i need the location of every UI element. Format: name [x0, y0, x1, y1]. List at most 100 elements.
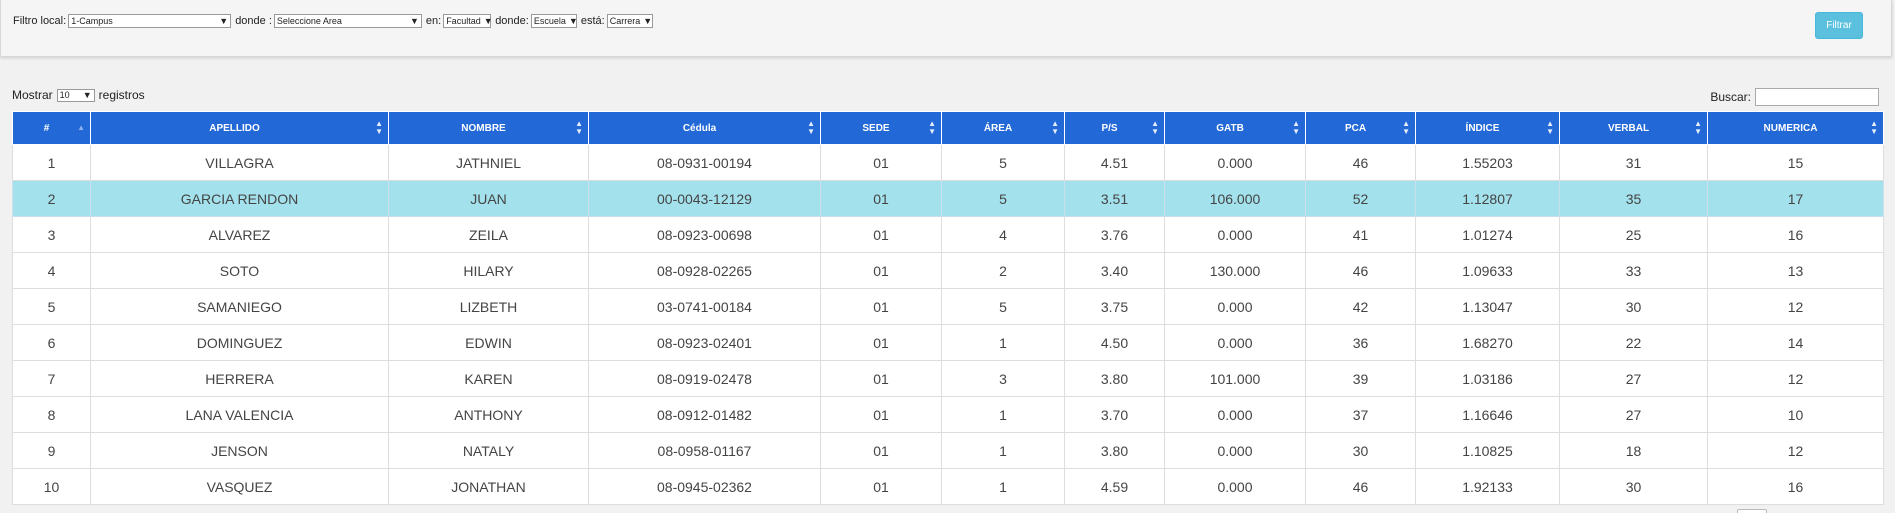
column-header[interactable]: NUMERICA ▲ ▼ — [1707, 111, 1884, 145]
table-cell: 0.000 — [1164, 468, 1306, 505]
table-cell: 7 — [12, 360, 91, 397]
table-cell: 2 — [941, 252, 1065, 289]
table-cell: 1.68270 — [1415, 324, 1560, 361]
table-cell: 0.000 — [1164, 396, 1306, 433]
table-row[interactable]: 4 SOTO HILARY 08-0928-02265 01 2 3.40 130.000 46… — [12, 252, 1884, 289]
table-cell: HILARY — [388, 252, 589, 289]
table-cell: 35 — [1559, 180, 1708, 217]
escuela-select[interactable]: Escuela ▼ — [530, 14, 578, 28]
table-cell: 101.000 — [1164, 360, 1306, 397]
table-row[interactable]: 8 LANA VALENCIA ANTHONY 08-0912-01482 01 1 3.7… — [12, 396, 1884, 433]
sort-icon: ▲ ▼ — [575, 119, 583, 136]
table-cell: 08-0923-02401 — [588, 324, 821, 361]
filter-button[interactable]: Filtrar — [1815, 12, 1863, 39]
table-row[interactable]: 7 HERRERA KAREN 08-0919-02478 01 3 3.80 101.000… — [12, 360, 1884, 397]
table-cell: 08-0945-02362 — [588, 468, 821, 505]
search-input[interactable] — [1755, 88, 1879, 106]
column-header-label: # — [43, 122, 50, 134]
table-cell: VILLAGRA — [90, 144, 389, 181]
table-cell: 3.76 — [1064, 216, 1165, 253]
pagination-button[interactable] — [1737, 509, 1767, 513]
table-cell: 1.01274 — [1415, 216, 1560, 253]
sort-icon: ▲ — [77, 123, 85, 132]
column-header-label: NUMERICA — [1763, 122, 1818, 134]
table-cell: 5 — [941, 180, 1065, 217]
table-row[interactable]: 10 VASQUEZ JONATHAN 08-0945-02362 01 1 4.59 0.0… — [12, 468, 1884, 505]
sort-icon: ▲ ▼ — [1051, 119, 1059, 136]
table-cell: 12 — [1707, 360, 1884, 397]
table-cell: 3.75 — [1064, 288, 1165, 325]
table-cell: 01 — [820, 468, 942, 505]
column-header-label: Cédula — [682, 122, 717, 134]
table-cell: 08-0919-02478 — [588, 360, 821, 397]
table-row[interactable]: 9 JENSON NATALY 08-0958-01167 01 1 3.80 0.000 30… — [12, 432, 1884, 469]
column-header[interactable]: PCA ▲ ▼ — [1305, 111, 1416, 145]
table-row[interactable]: 2 GARCIA RENDON JUAN 00-0043-12129 01 5 3.51 10… — [12, 180, 1884, 217]
column-header-label: SEDE — [862, 122, 890, 134]
table-cell: 46 — [1305, 252, 1416, 289]
column-header[interactable]: # ▲ — [12, 111, 91, 145]
table-cell: 16 — [1707, 216, 1884, 253]
table-header-row: # ▲ APELLIDO ▲ ▼ NOMBRE ▲ ▼ Cédula ▲ ▼ SEDE ▲ ▼ ÁREA ▲ ▼… — [12, 111, 1884, 145]
local-select-value: 1-Campus — [71, 16, 113, 26]
table-cell: DOMINGUEZ — [90, 324, 389, 361]
page-length-value: 10 — [59, 90, 70, 100]
chevron-down-icon: ▼ — [643, 15, 653, 26]
column-header-label: VERBAL — [1607, 122, 1650, 134]
table-cell: 37 — [1305, 396, 1416, 433]
column-header[interactable]: GATB ▲ ▼ — [1164, 111, 1306, 145]
table-cell: 33 — [1559, 252, 1708, 289]
sort-icon: ▲ ▼ — [1402, 119, 1410, 136]
area-select[interactable]: Seleccione Area ▼ — [273, 14, 422, 28]
table-cell: 6 — [12, 324, 91, 361]
table-cell: 17 — [1707, 180, 1884, 217]
column-header-label: P/S — [1101, 122, 1118, 134]
table-cell: 52 — [1305, 180, 1416, 217]
column-header[interactable]: ÍNDICE ▲ ▼ — [1415, 111, 1560, 145]
table-row[interactable]: 1 VILLAGRA JATHNIEL 08-0931-00194 01 5 4.51 0.0… — [12, 144, 1884, 181]
table-cell: 27 — [1559, 396, 1708, 433]
carrera-select[interactable]: Carrera ▼ — [606, 14, 653, 28]
column-header[interactable]: SEDE ▲ ▼ — [820, 111, 942, 145]
table-cell: JUAN — [388, 180, 589, 217]
table-cell: 1.16646 — [1415, 396, 1560, 433]
table-cell: LANA VALENCIA — [90, 396, 389, 433]
column-header[interactable]: NOMBRE ▲ ▼ — [388, 111, 589, 145]
table-cell: 4.59 — [1064, 468, 1165, 505]
table-cell: 18 — [1559, 432, 1708, 469]
page-length-select[interactable]: 10 ▼ — [56, 88, 95, 102]
column-header[interactable]: VERBAL ▲ ▼ — [1559, 111, 1708, 145]
table-cell: ZEILA — [388, 216, 589, 253]
filter-panel: Filtro local: 1-Campus ▼ donde : Selecci… — [0, 0, 1892, 57]
table-row[interactable]: 6 DOMINGUEZ EDWIN 08-0923-02401 01 1 4.50 0.000… — [12, 324, 1884, 361]
table-cell: 1 — [941, 468, 1065, 505]
table-cell: 1 — [941, 396, 1065, 433]
column-header[interactable]: Cédula ▲ ▼ — [588, 111, 821, 145]
table-cell: 46 — [1305, 468, 1416, 505]
results-table: # ▲ APELLIDO ▲ ▼ NOMBRE ▲ ▼ Cédula ▲ ▼ SEDE ▲ ▼ ÁREA ▲ ▼… — [12, 111, 1884, 505]
table-cell: 4.50 — [1064, 324, 1165, 361]
table-cell: 10 — [12, 468, 91, 505]
sort-icon: ▲ ▼ — [375, 119, 383, 136]
table-cell: 1.92133 — [1415, 468, 1560, 505]
column-header[interactable]: ÁREA ▲ ▼ — [941, 111, 1065, 145]
table-row[interactable]: 5 SAMANIEGO LIZBETH 03-0741-00184 01 5 3.75 0.0… — [12, 288, 1884, 325]
table-cell: 3.80 — [1064, 360, 1165, 397]
table-cell: 30 — [1305, 432, 1416, 469]
length-suffix: registros — [98, 88, 145, 102]
column-header-label: APELLIDO — [209, 122, 260, 134]
table-cell: JATHNIEL — [388, 144, 589, 181]
table-cell: 08-0928-02265 — [588, 252, 821, 289]
area-select-value: Seleccione Area — [276, 16, 342, 26]
table-cell: 106.000 — [1164, 180, 1306, 217]
column-header[interactable]: P/S ▲ ▼ — [1064, 111, 1165, 145]
facultad-select[interactable]: Facultad ▼ — [443, 14, 493, 28]
table-cell: 1.03186 — [1415, 360, 1560, 397]
table-cell: LIZBETH — [388, 288, 589, 325]
esta-label: está: — [580, 15, 605, 27]
table-row[interactable]: 3 ALVAREZ ZEILA 08-0923-00698 01 4 3.76 0.000 41… — [12, 216, 1884, 253]
table-cell: VASQUEZ — [90, 468, 389, 505]
local-select[interactable]: 1-Campus ▼ — [68, 14, 232, 28]
table-cell: 3.51 — [1064, 180, 1165, 217]
column-header[interactable]: APELLIDO ▲ ▼ — [90, 111, 389, 145]
